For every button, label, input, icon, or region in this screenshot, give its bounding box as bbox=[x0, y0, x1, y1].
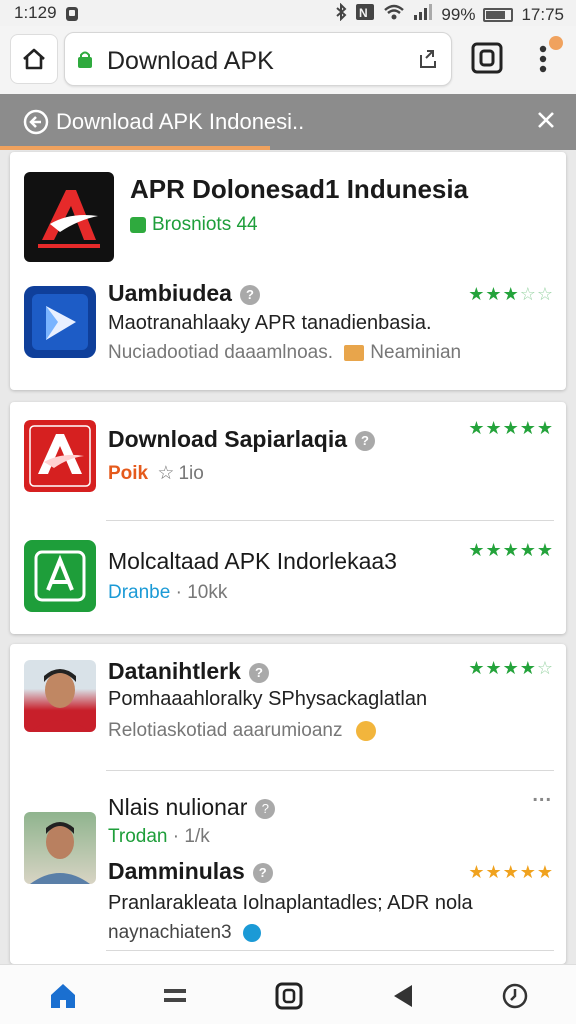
status-time-left: 1:129 bbox=[14, 3, 57, 22]
globe-icon bbox=[242, 923, 261, 942]
folder-icon bbox=[344, 344, 365, 361]
lock-icon bbox=[78, 51, 92, 68]
more-options-button[interactable]: ... bbox=[532, 784, 552, 807]
app-card: Download Sapiarlaqia? ★★★★★ Poik ☆ 1io Mo… bbox=[10, 402, 566, 634]
bottom-nav bbox=[0, 964, 576, 1024]
tab-banner[interactable]: Download APK Indonesi.. bbox=[0, 94, 576, 150]
home-button[interactable] bbox=[10, 34, 58, 84]
divider bbox=[106, 950, 554, 951]
svg-text:N: N bbox=[359, 6, 368, 20]
app-name: Nlais nulionar? bbox=[108, 794, 276, 821]
rating-stars: ★★★★★ bbox=[468, 862, 554, 882]
update-dot bbox=[549, 36, 563, 50]
notification-icon bbox=[65, 6, 79, 21]
rating-stars: ★★★★★ bbox=[468, 540, 554, 560]
green-app-icon bbox=[130, 216, 146, 233]
apk-red-logo-icon bbox=[24, 420, 96, 492]
app-card: APR Dolonesad1 Indunesia Brosniots 44 Ua… bbox=[10, 152, 566, 390]
nfc-icon: N bbox=[355, 3, 375, 26]
apk-red-logo-icon bbox=[24, 172, 114, 262]
signal-icon bbox=[413, 4, 433, 25]
info-badge-icon: ? bbox=[248, 662, 269, 683]
load-progress bbox=[0, 146, 270, 150]
back-icon[interactable] bbox=[388, 981, 418, 1011]
app-description: Maotranahlaaky APR tanadienbasia. bbox=[108, 312, 432, 334]
app-card: Datanihtlerk? ★★★★☆ Pomhaaahloralky SPhy… bbox=[10, 644, 566, 964]
close-icon[interactable] bbox=[534, 108, 558, 132]
battery-percent: 99% bbox=[441, 4, 476, 24]
tab-switcher-icon[interactable] bbox=[470, 41, 504, 75]
app-meta: Relotiaskotiad aaarumioanz bbox=[108, 720, 376, 742]
app-description: Pomhaaahloralky SPhysackaglatlan bbox=[108, 688, 428, 710]
info-badge-icon: ? bbox=[239, 284, 260, 305]
app-name: Datanihtlerk? bbox=[108, 658, 269, 685]
apk-green-logo-icon bbox=[24, 540, 96, 612]
app-meta: Brosniots 44 bbox=[130, 214, 258, 236]
bluetooth-icon bbox=[335, 2, 347, 26]
info-badge-icon: ? bbox=[252, 862, 273, 883]
url-text: Download APK bbox=[107, 47, 274, 75]
app-name: Uambiudea? bbox=[108, 280, 260, 307]
divider bbox=[106, 520, 554, 521]
app-name: Damminulas? bbox=[108, 858, 273, 885]
list-icon[interactable] bbox=[160, 981, 190, 1011]
rating-stars: ★★★★☆ bbox=[468, 658, 554, 678]
home-icon bbox=[23, 48, 45, 70]
reload-icon[interactable] bbox=[413, 45, 441, 73]
browser-toolbar: Download APK bbox=[0, 26, 576, 94]
info-badge-icon: ? bbox=[255, 798, 276, 819]
url-bar[interactable]: Download APK bbox=[64, 32, 452, 86]
play-logo-icon bbox=[24, 286, 96, 358]
info-badge-icon: ? bbox=[355, 430, 375, 451]
home-icon[interactable] bbox=[48, 981, 78, 1011]
app-meta: Dranbe · 10kk bbox=[108, 582, 228, 603]
status-bar: 1:129 N 99% 17:75 bbox=[0, 0, 576, 26]
wifi-icon bbox=[383, 3, 405, 26]
app-name: Molcaltaad APK Indorlekaa3 bbox=[108, 548, 397, 574]
clock-icon[interactable] bbox=[500, 981, 530, 1011]
battery-icon bbox=[483, 7, 514, 22]
emoji-icon bbox=[355, 720, 376, 741]
status-time-right: 17:75 bbox=[521, 4, 564, 24]
app-meta: naynachiaten3 bbox=[108, 922, 261, 944]
app-name: APR Dolonesad1 Indunesia bbox=[130, 174, 469, 204]
rating-stars: ★★★☆☆ bbox=[468, 284, 554, 304]
app-description: Pranlarakleata Iolnaplantadles; ADR nola bbox=[108, 892, 473, 914]
app-name: Download Sapiarlaqia? bbox=[108, 426, 375, 453]
avatar bbox=[24, 660, 96, 732]
divider bbox=[106, 770, 554, 771]
site-icon bbox=[23, 109, 49, 135]
rating-stars: ★★★★★ bbox=[468, 418, 554, 438]
app-meta: Trodan · 1/k bbox=[108, 826, 210, 847]
avatar bbox=[24, 812, 96, 884]
app-meta: Poik ☆ 1io bbox=[108, 463, 204, 484]
recent-apps-icon[interactable] bbox=[274, 981, 304, 1011]
star-outline-icon: ☆ bbox=[157, 463, 175, 484]
app-meta: Nuciadootiad daaamlnoas. Neaminian bbox=[108, 342, 462, 363]
tab-title: Download APK Indonesi.. bbox=[56, 109, 305, 134]
